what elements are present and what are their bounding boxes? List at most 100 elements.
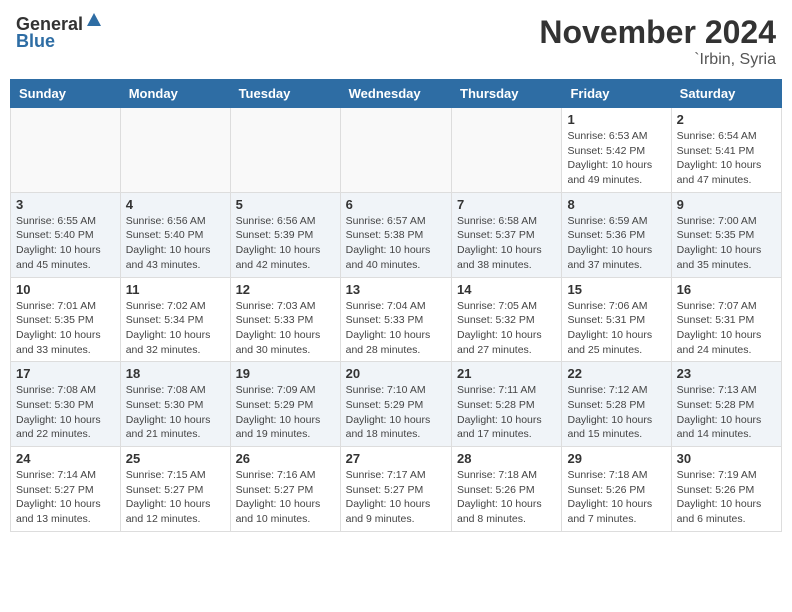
calendar-day-empty bbox=[230, 108, 340, 193]
day-number: 14 bbox=[457, 282, 556, 297]
logo: General Blue bbox=[16, 14, 102, 52]
day-info: Sunrise: 7:15 AM Sunset: 5:27 PM Dayligh… bbox=[126, 468, 225, 527]
month-title: November 2024 bbox=[539, 14, 776, 51]
calendar-day-10: 10Sunrise: 7:01 AM Sunset: 5:35 PM Dayli… bbox=[11, 277, 121, 362]
day-info: Sunrise: 7:06 AM Sunset: 5:31 PM Dayligh… bbox=[567, 299, 665, 358]
calendar-day-5: 5Sunrise: 6:56 AM Sunset: 5:39 PM Daylig… bbox=[230, 192, 340, 277]
location-title: `Irbin, Syria bbox=[539, 51, 776, 69]
day-number: 22 bbox=[567, 366, 665, 381]
calendar-day-7: 7Sunrise: 6:58 AM Sunset: 5:37 PM Daylig… bbox=[452, 192, 562, 277]
weekday-header-thursday: Thursday bbox=[452, 80, 562, 108]
day-info: Sunrise: 6:57 AM Sunset: 5:38 PM Dayligh… bbox=[346, 214, 446, 273]
calendar-week-row: 3Sunrise: 6:55 AM Sunset: 5:40 PM Daylig… bbox=[11, 192, 782, 277]
logo-blue-text: Blue bbox=[16, 31, 55, 52]
day-info: Sunrise: 7:08 AM Sunset: 5:30 PM Dayligh… bbox=[126, 383, 225, 442]
calendar-day-4: 4 Sunrise: 6:56 AM Sunset: 5:40 PM Daylig… bbox=[120, 192, 230, 277]
day-info: Sunrise: 6:59 AM Sunset: 5:36 PM Dayligh… bbox=[567, 214, 665, 273]
calendar-day-27: 27 Sunrise: 7:17 AM Sunset: 5:27 PM Dayli… bbox=[340, 447, 451, 532]
calendar-day-8: 8 Sunrise: 6:59 AM Sunset: 5:36 PM Daylig… bbox=[562, 192, 671, 277]
day-info: Sunrise: 7:17 AM Sunset: 5:27 PM Dayligh… bbox=[346, 468, 446, 527]
day-number: 28 bbox=[457, 451, 556, 466]
calendar-day-26: 26 Sunrise: 7:16 AM Sunset: 5:27 PM Dayli… bbox=[230, 447, 340, 532]
calendar-day-6: 6 Sunrise: 6:57 AM Sunset: 5:38 PM Daylig… bbox=[340, 192, 451, 277]
calendar-day-17: 17 Sunrise: 7:08 AM Sunset: 5:30 PM Dayli… bbox=[11, 362, 121, 447]
day-info: Sunrise: 7:01 AM Sunset: 5:35 PM Dayligh… bbox=[16, 299, 115, 358]
day-info: Sunrise: 7:02 AM Sunset: 5:34 PM Dayligh… bbox=[126, 299, 225, 358]
day-number: 23 bbox=[677, 366, 776, 381]
day-info: Sunrise: 7:18 AM Sunset: 5:26 PM Dayligh… bbox=[457, 468, 556, 527]
calendar-week-row: 1Sunrise: 6:53 AM Sunset: 5:42 PM Daylig… bbox=[11, 108, 782, 193]
calendar-day-11: 11 Sunrise: 7:02 AM Sunset: 5:34 PM Dayli… bbox=[120, 277, 230, 362]
day-info: Sunrise: 7:08 AM Sunset: 5:30 PM Dayligh… bbox=[16, 383, 115, 442]
day-info: Sunrise: 6:58 AM Sunset: 5:37 PM Dayligh… bbox=[457, 214, 556, 273]
day-number: 4 bbox=[126, 197, 225, 212]
day-number: 20 bbox=[346, 366, 446, 381]
day-info: Sunrise: 7:14 AM Sunset: 5:27 PM Dayligh… bbox=[16, 468, 115, 527]
day-info: Sunrise: 6:56 AM Sunset: 5:39 PM Dayligh… bbox=[236, 214, 335, 273]
calendar-day-13: 13 Sunrise: 7:04 AM Sunset: 5:33 PM Dayli… bbox=[340, 277, 451, 362]
day-info: Sunrise: 6:56 AM Sunset: 5:40 PM Dayligh… bbox=[126, 214, 225, 273]
calendar-day-19: 19Sunrise: 7:09 AM Sunset: 5:29 PM Dayli… bbox=[230, 362, 340, 447]
day-info: Sunrise: 7:05 AM Sunset: 5:32 PM Dayligh… bbox=[457, 299, 556, 358]
calendar-day-20: 20 Sunrise: 7:10 AM Sunset: 5:29 PM Dayli… bbox=[340, 362, 451, 447]
day-info: Sunrise: 7:00 AM Sunset: 5:35 PM Dayligh… bbox=[677, 214, 776, 273]
page-header: General Blue November 2024 `Irbin, Syria bbox=[10, 10, 782, 73]
calendar-day-empty bbox=[452, 108, 562, 193]
weekday-header-monday: Monday bbox=[120, 80, 230, 108]
calendar-day-24: 24 Sunrise: 7:14 AM Sunset: 5:27 PM Dayli… bbox=[11, 447, 121, 532]
title-section: November 2024 `Irbin, Syria bbox=[539, 14, 776, 69]
day-number: 12 bbox=[236, 282, 335, 297]
calendar-day-30: 30Sunrise: 7:19 AM Sunset: 5:26 PM Dayli… bbox=[671, 447, 781, 532]
day-info: Sunrise: 7:18 AM Sunset: 5:26 PM Dayligh… bbox=[567, 468, 665, 527]
calendar-day-empty bbox=[11, 108, 121, 193]
calendar-day-21: 21Sunrise: 7:11 AM Sunset: 5:28 PM Dayli… bbox=[452, 362, 562, 447]
weekday-header-wednesday: Wednesday bbox=[340, 80, 451, 108]
calendar-day-12: 12 Sunrise: 7:03 AM Sunset: 5:33 PM Dayli… bbox=[230, 277, 340, 362]
day-number: 13 bbox=[346, 282, 446, 297]
day-info: Sunrise: 7:13 AM Sunset: 5:28 PM Dayligh… bbox=[677, 383, 776, 442]
day-number: 3 bbox=[16, 197, 115, 212]
day-info: Sunrise: 7:19 AM Sunset: 5:26 PM Dayligh… bbox=[677, 468, 776, 527]
day-number: 21 bbox=[457, 366, 556, 381]
calendar-week-row: 10Sunrise: 7:01 AM Sunset: 5:35 PM Dayli… bbox=[11, 277, 782, 362]
day-info: Sunrise: 7:03 AM Sunset: 5:33 PM Dayligh… bbox=[236, 299, 335, 358]
day-number: 29 bbox=[567, 451, 665, 466]
day-number: 24 bbox=[16, 451, 115, 466]
calendar-day-18: 18 Sunrise: 7:08 AM Sunset: 5:30 PM Dayli… bbox=[120, 362, 230, 447]
day-info: Sunrise: 6:54 AM Sunset: 5:41 PM Dayligh… bbox=[677, 129, 776, 188]
day-info: Sunrise: 7:04 AM Sunset: 5:33 PM Dayligh… bbox=[346, 299, 446, 358]
day-number: 6 bbox=[346, 197, 446, 212]
calendar-day-25: 25 Sunrise: 7:15 AM Sunset: 5:27 PM Dayli… bbox=[120, 447, 230, 532]
calendar-day-23: 23 Sunrise: 7:13 AM Sunset: 5:28 PM Dayli… bbox=[671, 362, 781, 447]
weekday-header-friday: Friday bbox=[562, 80, 671, 108]
calendar-day-3: 3Sunrise: 6:55 AM Sunset: 5:40 PM Daylig… bbox=[11, 192, 121, 277]
day-number: 8 bbox=[567, 197, 665, 212]
calendar-day-22: 22 Sunrise: 7:12 AM Sunset: 5:28 PM Dayli… bbox=[562, 362, 671, 447]
day-info: Sunrise: 7:12 AM Sunset: 5:28 PM Dayligh… bbox=[567, 383, 665, 442]
calendar-day-1: 1Sunrise: 6:53 AM Sunset: 5:42 PM Daylig… bbox=[562, 108, 671, 193]
day-info: Sunrise: 7:07 AM Sunset: 5:31 PM Dayligh… bbox=[677, 299, 776, 358]
day-number: 9 bbox=[677, 197, 776, 212]
day-number: 26 bbox=[236, 451, 335, 466]
logo-triangle-icon bbox=[86, 12, 102, 33]
calendar-week-row: 24 Sunrise: 7:14 AM Sunset: 5:27 PM Dayli… bbox=[11, 447, 782, 532]
calendar-table: SundayMondayTuesdayWednesdayThursdayFrid… bbox=[10, 79, 782, 532]
day-info: Sunrise: 7:10 AM Sunset: 5:29 PM Dayligh… bbox=[346, 383, 446, 442]
weekday-header-saturday: Saturday bbox=[671, 80, 781, 108]
day-number: 19 bbox=[236, 366, 335, 381]
day-number: 1 bbox=[567, 112, 665, 127]
weekday-header-sunday: Sunday bbox=[11, 80, 121, 108]
weekday-header-tuesday: Tuesday bbox=[230, 80, 340, 108]
day-number: 16 bbox=[677, 282, 776, 297]
day-number: 18 bbox=[126, 366, 225, 381]
calendar-day-empty bbox=[340, 108, 451, 193]
day-number: 11 bbox=[126, 282, 225, 297]
day-number: 27 bbox=[346, 451, 446, 466]
day-number: 2 bbox=[677, 112, 776, 127]
day-info: Sunrise: 7:16 AM Sunset: 5:27 PM Dayligh… bbox=[236, 468, 335, 527]
calendar-day-9: 9 Sunrise: 7:00 AM Sunset: 5:35 PM Daylig… bbox=[671, 192, 781, 277]
calendar-header-row: SundayMondayTuesdayWednesdayThursdayFrid… bbox=[11, 80, 782, 108]
day-number: 17 bbox=[16, 366, 115, 381]
day-number: 25 bbox=[126, 451, 225, 466]
calendar-day-16: 16 Sunrise: 7:07 AM Sunset: 5:31 PM Dayli… bbox=[671, 277, 781, 362]
